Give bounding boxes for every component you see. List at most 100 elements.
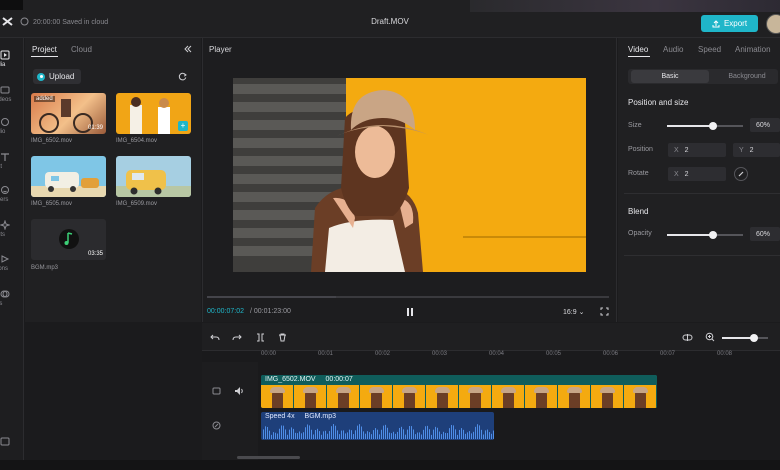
waveform-bar	[409, 426, 410, 439]
waveform-bar	[317, 428, 318, 439]
tab-animation[interactable]: Animation	[735, 45, 771, 54]
avatar[interactable]	[766, 14, 780, 34]
rail-label: itions	[0, 266, 9, 272]
undo-icon[interactable]	[210, 333, 220, 342]
filmstrip-frame	[459, 385, 492, 408]
total-time: / 00:01:23:00	[250, 308, 291, 315]
waveform-bar	[455, 429, 456, 439]
snap-toggle-icon[interactable]	[682, 333, 693, 342]
waveform-bar	[421, 434, 422, 439]
aspect-ratio-select[interactable]: 16:9 ⌄	[563, 308, 584, 316]
rail-item-audio[interactable]: udio	[0, 111, 24, 141]
tab-project[interactable]: Project	[32, 45, 57, 54]
audio-clip[interactable]: Speed 4x BGM.mp3	[261, 412, 494, 440]
rail-item-text[interactable]: ext	[0, 146, 24, 176]
media-item[interactable]	[31, 156, 106, 197]
filmstrip-frame	[393, 385, 426, 408]
refresh-icon[interactable]	[178, 72, 187, 81]
tab-cloud[interactable]: Cloud	[71, 45, 92, 54]
keyboard-shortcuts-icon[interactable]	[0, 437, 10, 446]
timeline-zoom-slider[interactable]	[722, 334, 768, 342]
waveform-bar	[483, 434, 484, 439]
waveform-bar	[467, 432, 468, 439]
audio-track-icon[interactable]	[212, 421, 221, 430]
add-to-timeline-icon[interactable]: +	[178, 121, 188, 131]
waveform-bar	[425, 426, 426, 439]
rail-label: ckers	[0, 197, 9, 203]
waveform-bar	[303, 432, 304, 439]
timeline-toolbar	[202, 323, 780, 351]
rotate-dial[interactable]	[734, 167, 748, 181]
waveform-bar	[413, 429, 414, 439]
ruler-tick-label: 00:07	[660, 351, 676, 357]
media-item[interactable]: added 01:39	[31, 93, 106, 134]
waveform-bar	[385, 424, 386, 439]
zoom-in-icon[interactable]	[705, 332, 715, 342]
waveform-bar	[389, 432, 390, 439]
opacity-slider-knob[interactable]	[708, 231, 717, 239]
rotate-field[interactable]: X 2	[668, 167, 726, 181]
rail-item-effects[interactable]: ects	[0, 214, 24, 244]
axis-y-label: Y	[739, 146, 744, 154]
position-x-field[interactable]: X 2	[668, 143, 726, 157]
section-title: Position and size	[628, 98, 689, 107]
waveform-bar	[393, 431, 394, 439]
playback-scrubber[interactable]	[207, 296, 609, 298]
rail-label: ext	[0, 164, 3, 170]
fullscreen-icon[interactable]	[600, 307, 609, 316]
opacity-value-field[interactable]: 60%	[750, 227, 780, 241]
media-item[interactable]	[116, 156, 191, 197]
cover-icon[interactable]	[212, 387, 221, 395]
timeline-scrollbar[interactable]	[237, 456, 300, 459]
pause-icon[interactable]	[405, 307, 415, 317]
waveform-bar	[377, 429, 378, 439]
waveform-bar	[307, 424, 308, 439]
filters-icon	[0, 290, 10, 298]
rail-item-stickers[interactable]: ckers	[0, 179, 24, 209]
rail-item-videos[interactable]: videos	[0, 79, 24, 109]
redo-icon[interactable]	[232, 333, 242, 342]
rail-item-transitions[interactable]: itions	[0, 248, 24, 278]
media-item[interactable]: +	[116, 93, 191, 134]
divider	[624, 193, 780, 194]
waveform-bar	[395, 433, 396, 439]
video-preview[interactable]	[233, 78, 586, 272]
waveform-bar	[431, 434, 432, 439]
waveform-bar	[263, 429, 264, 439]
volume-icon[interactable]	[234, 386, 244, 396]
segment-basic[interactable]: Basic	[631, 70, 709, 83]
tab-speed[interactable]: Speed	[698, 45, 721, 54]
size-slider-knob[interactable]	[708, 122, 717, 130]
waveform-bar	[399, 427, 400, 439]
text-icon	[1, 153, 9, 161]
opacity-slider[interactable]	[667, 231, 743, 239]
waveform-bar	[403, 429, 404, 439]
waveform-bar	[471, 433, 472, 439]
delete-icon[interactable]	[278, 333, 287, 342]
rail-item-filters[interactable]: ers	[0, 283, 24, 313]
ruler-tick-label: 00:01	[318, 351, 334, 357]
waveform-bar	[487, 429, 488, 439]
collapse-panel-icon[interactable]	[184, 45, 192, 53]
waveform-bar	[365, 433, 366, 439]
waveform-bar	[349, 429, 350, 439]
document-title[interactable]: Draft.MOV	[0, 17, 780, 26]
position-y-field[interactable]: Y 2	[733, 143, 780, 157]
size-value-field[interactable]: 60%	[750, 118, 780, 132]
split-icon[interactable]	[256, 333, 265, 342]
segment-background[interactable]: Background	[712, 70, 780, 83]
waveform-bar	[463, 429, 464, 439]
rail-item-media[interactable]: edia	[0, 44, 24, 74]
video-clip[interactable]: IMG_6502.MOV 00:00:07	[261, 375, 657, 408]
tab-video[interactable]: Video	[628, 45, 648, 54]
waveform-bar	[381, 429, 382, 439]
rotate-value: 2	[684, 170, 689, 178]
export-button[interactable]: Export	[701, 15, 758, 32]
media-item[interactable]: 03:35	[31, 219, 106, 260]
waveform-bar	[469, 431, 470, 439]
waveform-bar	[475, 426, 476, 439]
upload-button[interactable]: Upload	[33, 69, 81, 84]
size-slider[interactable]	[667, 122, 743, 130]
waveform-bar	[269, 430, 270, 439]
tab-audio[interactable]: Audio	[663, 45, 683, 54]
